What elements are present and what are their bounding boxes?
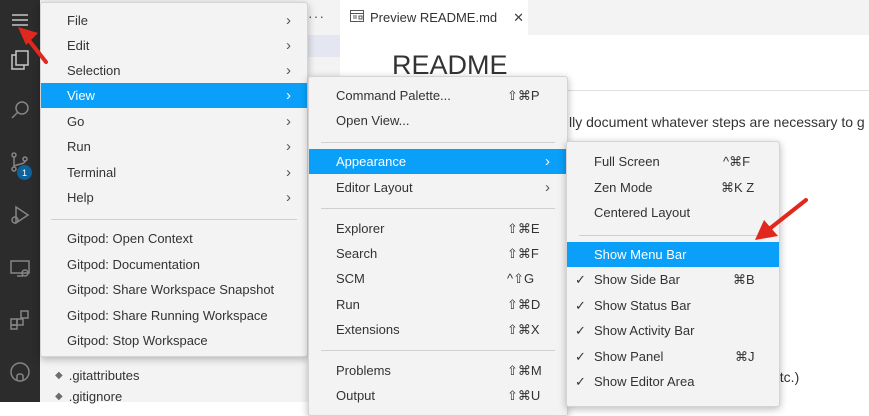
annotation-arrows	[18, 27, 808, 240]
annotation-arrow-icon	[755, 198, 808, 240]
annotation-arrow-icon	[18, 27, 48, 64]
